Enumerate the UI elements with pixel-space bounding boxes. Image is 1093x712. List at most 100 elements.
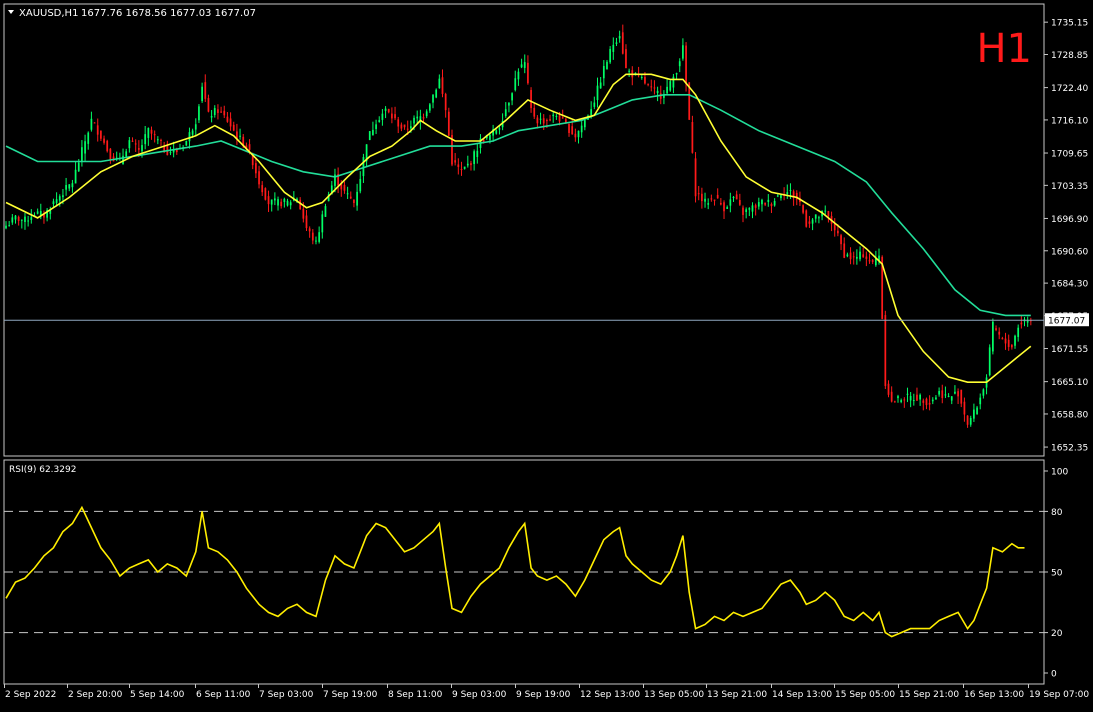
candle-body <box>318 232 321 242</box>
candle-body <box>134 143 137 145</box>
candle-body <box>675 73 678 75</box>
timeframe-badge: H1 <box>976 26 1032 72</box>
price-tick-label: 1722.40 <box>1051 84 1088 94</box>
candle-body <box>504 109 507 117</box>
candle-body <box>520 64 523 68</box>
candle-body <box>571 126 574 135</box>
candle-body <box>742 207 744 215</box>
candle-body <box>74 169 77 184</box>
candle-body <box>808 221 811 224</box>
candle-body <box>868 260 871 262</box>
candle-body <box>466 163 469 166</box>
candle-body <box>346 193 349 195</box>
candle-body <box>612 44 615 52</box>
price-tick-label: 1696.90 <box>1051 215 1088 225</box>
candle-body <box>666 86 668 94</box>
candle-body <box>428 104 431 111</box>
time-tick-label: 2 Sep 2022 <box>5 690 56 700</box>
candle-body <box>384 108 387 111</box>
candle-body <box>837 230 839 234</box>
price-tick-label: 1735.15 <box>1051 19 1088 29</box>
candle-body <box>441 77 444 94</box>
candle-body <box>644 77 646 84</box>
candle-body <box>855 256 858 259</box>
candle-body <box>381 113 384 120</box>
price-tick-label: 1728.85 <box>1051 51 1088 61</box>
candle-body <box>647 83 649 85</box>
candle-body <box>84 141 86 154</box>
candle-body <box>239 135 241 137</box>
candle-body <box>697 193 700 195</box>
chart-canvas[interactable]: 1735.15 1728.85 1722.40 1716.10 1709.65 1703.… <box>0 0 1093 708</box>
candle-body <box>609 48 612 63</box>
time-tick-label: 14 Sep 13:00 <box>772 690 832 700</box>
candle-body <box>761 199 763 205</box>
price-tick-label: 1690.60 <box>1051 247 1088 257</box>
candle-body <box>353 199 355 203</box>
candle-body <box>653 87 656 89</box>
candle-body <box>859 251 861 260</box>
price-tick-label: 1716.10 <box>1051 116 1088 126</box>
candle-body <box>194 124 197 130</box>
candle-body <box>248 144 251 150</box>
candle-body <box>751 205 754 212</box>
price-tick-label: 1652.35 <box>1051 444 1088 454</box>
candle-body <box>539 118 542 120</box>
candle-body <box>403 124 406 128</box>
time-tick-label: 2 Sep 20:00 <box>68 690 123 700</box>
candle-body <box>735 194 738 200</box>
candle-body <box>947 395 950 397</box>
candle-body <box>884 315 887 386</box>
candle-body <box>900 400 903 402</box>
candle-body <box>824 210 827 212</box>
time-tick-label: 15 Sep 05:00 <box>835 690 895 700</box>
candle-body <box>919 394 921 400</box>
candle-body <box>596 85 599 101</box>
candle-body <box>621 32 624 54</box>
candle-body <box>394 114 396 119</box>
candle-body <box>160 139 162 141</box>
candle-body <box>11 217 14 223</box>
candle-body <box>814 214 817 219</box>
price-tick-label: 1671.55 <box>1051 345 1088 355</box>
candle-body <box>270 199 273 205</box>
candle-body <box>185 140 188 146</box>
candle-body <box>356 191 358 206</box>
candle-body <box>137 148 140 150</box>
candle-body <box>593 102 596 107</box>
candle-body <box>583 120 586 128</box>
candle-body <box>773 200 776 206</box>
candle-body <box>77 162 80 172</box>
candle-body <box>723 202 725 212</box>
candle-body <box>153 134 156 136</box>
candle-body <box>954 391 956 394</box>
candle-body <box>941 390 944 399</box>
time-tick-label: 13 Sep 05:00 <box>644 690 704 700</box>
candle-body <box>156 139 159 141</box>
candle-body <box>912 400 915 402</box>
candle-body <box>267 196 270 205</box>
trading-chart-window[interactable]: 1735.15 1728.85 1722.40 1716.10 1709.65 1703.… <box>0 0 1093 708</box>
candle-body <box>618 36 621 39</box>
candle-body <box>273 198 276 201</box>
rsi-tick-label: 0 <box>1051 670 1057 680</box>
candle-body <box>925 398 928 406</box>
candle-body <box>754 205 757 208</box>
time-tick-label: 19 Sep 07:00 <box>1029 690 1089 700</box>
candle-body <box>68 184 71 189</box>
candle-body <box>909 395 912 401</box>
candle-body <box>8 225 11 227</box>
time-tick-label: 9 Sep 19:00 <box>516 690 571 700</box>
candle-body <box>871 260 874 262</box>
candle-body <box>109 148 112 161</box>
candle-body <box>916 394 918 401</box>
candle-body <box>780 195 782 199</box>
candle-body <box>71 183 74 188</box>
candle-body <box>93 122 96 124</box>
candle-body <box>568 123 570 133</box>
rsi-tick-label: 50 <box>1051 569 1063 579</box>
time-tick-label: 7 Sep 03:00 <box>259 690 314 700</box>
candle-body <box>24 216 26 222</box>
candle-body <box>628 70 630 72</box>
candle-body <box>514 78 517 91</box>
